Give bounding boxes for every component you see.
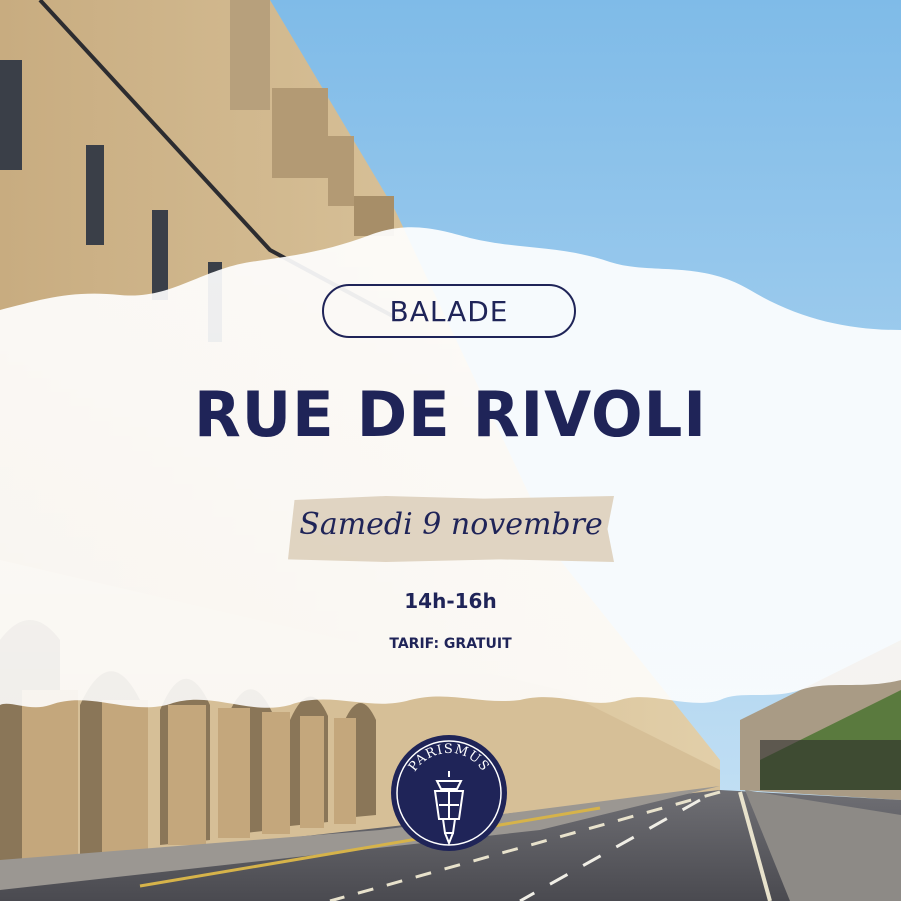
chimney bbox=[272, 88, 328, 178]
pillar bbox=[262, 712, 290, 834]
chimney bbox=[230, 0, 270, 110]
chimney bbox=[328, 136, 354, 206]
category-badge: BALADE bbox=[322, 284, 576, 338]
pillar bbox=[218, 708, 250, 838]
event-date: Samedi 9 novembre bbox=[299, 507, 603, 542]
pillar bbox=[102, 700, 148, 852]
pillar bbox=[168, 705, 206, 845]
window bbox=[152, 210, 168, 300]
category-label: BALADE bbox=[389, 294, 509, 328]
pillar bbox=[300, 716, 324, 828]
railing bbox=[760, 740, 901, 790]
event-hours: 14h-16h bbox=[404, 589, 497, 613]
window bbox=[0, 60, 22, 170]
event-price: TARIF: GRATUIT bbox=[389, 636, 512, 652]
parismus-logo: PARISMUS bbox=[391, 735, 507, 851]
pillar bbox=[22, 690, 78, 862]
pillar bbox=[334, 718, 356, 824]
event-title: RUE DE RIVOLI bbox=[194, 378, 707, 451]
window bbox=[86, 145, 104, 245]
